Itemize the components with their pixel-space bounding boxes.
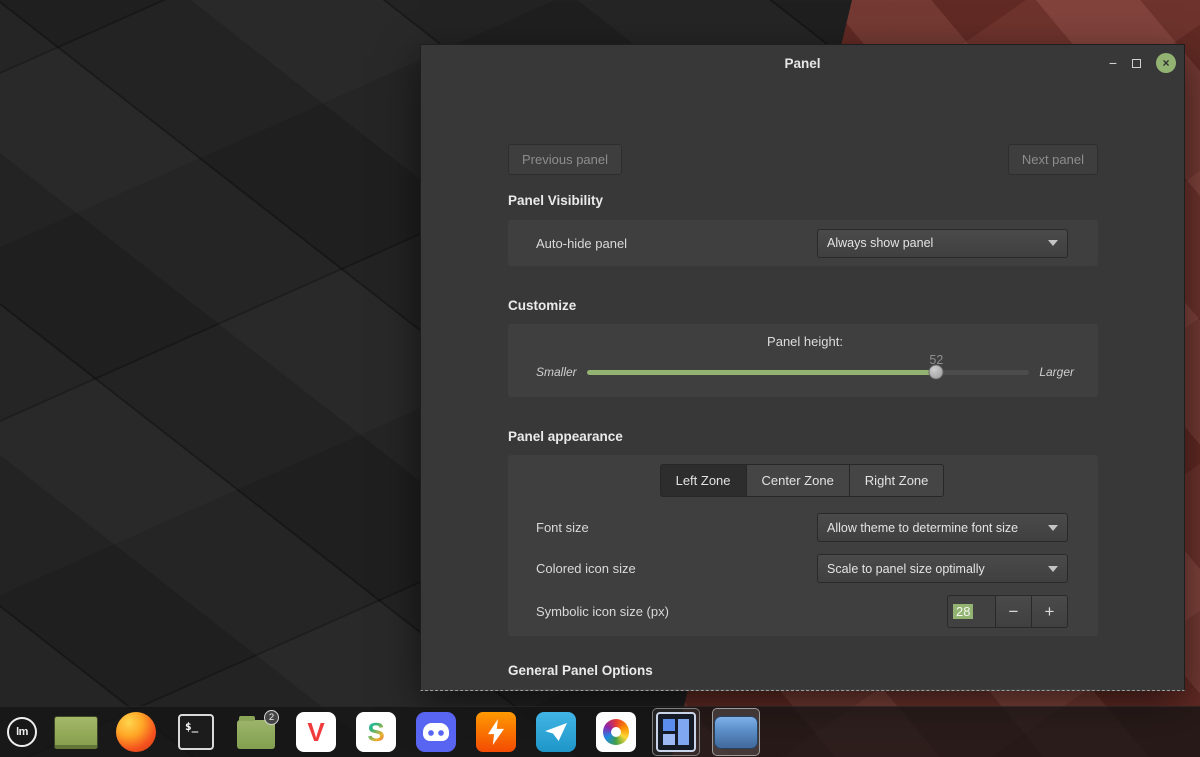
tab-left-zone[interactable]: Left Zone <box>660 464 747 497</box>
lightning-icon <box>476 712 516 752</box>
autohide-dropdown-value: Always show panel <box>827 236 933 250</box>
symbolic-icon-size-row: Symbolic icon size (px) 28 − + <box>536 589 1068 634</box>
green-app-launcher[interactable] <box>52 708 100 756</box>
discord-icon <box>416 712 456 752</box>
chevron-down-icon <box>1048 240 1058 246</box>
window-content: Previous panel Next panel Panel Visibili… <box>421 81 1184 691</box>
general-panel-options-heading: General Panel Options <box>508 663 1098 679</box>
zone-tabs: Left Zone Center Zone Right Zone <box>536 464 1068 497</box>
symbolic-icon-size-value: 28 <box>953 604 973 619</box>
general-panel-options-box <box>508 689 1098 691</box>
panel-height-slider-handle[interactable] <box>929 365 944 380</box>
symbolic-icon-size-entry[interactable]: 28 <box>947 595 996 628</box>
telegram-launcher[interactable] <box>532 708 580 756</box>
panel-nav-row: Previous panel Next panel <box>508 144 1098 175</box>
font-size-dropdown[interactable]: Allow theme to determine font size <box>817 513 1068 542</box>
minimize-button[interactable]: − <box>1109 56 1117 70</box>
tiles-app-window-button[interactable] <box>652 708 700 756</box>
slack-launcher[interactable]: S <box>352 708 400 756</box>
panel-visibility-box: Auto-hide panel Always show panel <box>508 220 1098 266</box>
larger-label: Larger <box>1039 365 1074 379</box>
smaller-label: Smaller <box>536 365 577 379</box>
panel-height-label: Panel height: <box>536 334 1074 349</box>
panel-settings-window-button[interactable] <box>712 708 760 756</box>
paint-icon <box>596 712 636 752</box>
mint-menu-icon: lm <box>7 717 37 747</box>
panel-height-slider-fill <box>587 370 937 375</box>
symbolic-icon-size-spinner: 28 − + <box>947 595 1068 628</box>
font-size-label: Font size <box>536 520 817 535</box>
spinner-increase-button[interactable]: + <box>1031 595 1068 628</box>
colored-icon-size-dropdown[interactable]: Scale to panel size optimally <box>817 554 1068 583</box>
maximize-button[interactable] <box>1132 59 1141 68</box>
panel-height-slider[interactable]: 52 <box>587 370 1030 375</box>
close-button[interactable]: × <box>1156 53 1176 73</box>
taskbar: lm $_ 2 V S <box>0 706 1200 757</box>
titlebar[interactable]: Panel − × <box>421 45 1184 81</box>
previous-panel-button[interactable]: Previous panel <box>508 144 622 175</box>
next-panel-button[interactable]: Next panel <box>1008 144 1098 175</box>
autohide-dropdown[interactable]: Always show panel <box>817 229 1068 258</box>
panel-height-slider-row: Smaller 52 Larger <box>536 365 1074 379</box>
window-controls: − × <box>1109 45 1176 81</box>
firefox-icon <box>116 712 156 752</box>
colored-icon-size-dropdown-value: Scale to panel size optimally <box>827 562 985 576</box>
slack-icon: S <box>356 712 396 752</box>
terminal-launcher[interactable]: $_ <box>172 708 220 756</box>
colored-icon-size-label: Colored icon size <box>536 561 817 576</box>
autohide-label: Auto-hide panel <box>536 236 817 251</box>
discord-launcher[interactable] <box>412 708 460 756</box>
panel-settings-icon <box>714 716 758 749</box>
tab-right-zone[interactable]: Right Zone <box>849 464 945 497</box>
chevron-down-icon <box>1048 525 1058 531</box>
vivaldi-icon: V <box>296 712 336 752</box>
window-title: Panel <box>784 56 820 71</box>
panel-visibility-heading: Panel Visibility <box>508 193 1098 209</box>
mint-menu-button[interactable]: lm <box>4 708 40 756</box>
window-tiles-icon <box>656 712 696 752</box>
symbolic-icon-size-label: Symbolic icon size (px) <box>536 604 817 619</box>
lightning-app-launcher[interactable] <box>472 708 520 756</box>
customize-box: Panel height: Smaller 52 Larger <box>508 324 1098 397</box>
spinner-decrease-button[interactable]: − <box>995 595 1032 628</box>
green-app-icon <box>54 716 98 749</box>
tab-center-zone[interactable]: Center Zone <box>746 464 850 497</box>
vivaldi-launcher[interactable]: V <box>292 708 340 756</box>
chevron-down-icon <box>1048 566 1058 572</box>
font-size-row: Font size Allow theme to determine font … <box>536 507 1068 548</box>
panel-appearance-heading: Panel appearance <box>508 429 1098 445</box>
firefox-launcher[interactable] <box>112 708 160 756</box>
drawing-app-launcher[interactable] <box>592 708 640 756</box>
font-size-dropdown-value: Allow theme to determine font size <box>827 521 1018 535</box>
panel-settings-window: Panel − × Previous panel Next panel Pane… <box>420 44 1185 691</box>
colored-icon-size-row: Colored icon size Scale to panel size op… <box>536 548 1068 589</box>
panel-appearance-box: Left Zone Center Zone Right Zone Font si… <box>508 455 1098 636</box>
customize-heading: Customize <box>508 298 1098 314</box>
files-count-badge: 2 <box>264 710 279 725</box>
files-launcher[interactable]: 2 <box>232 708 280 756</box>
terminal-icon: $_ <box>178 714 214 750</box>
telegram-icon <box>536 712 576 752</box>
